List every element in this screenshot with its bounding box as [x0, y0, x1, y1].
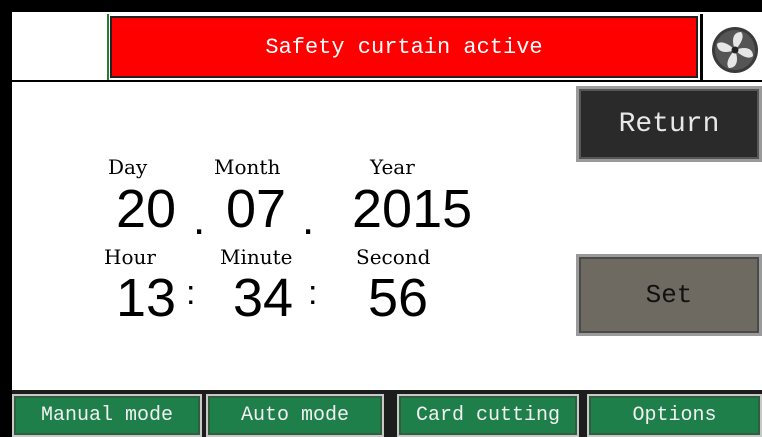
- tab-manual-mode-label: Manual mode: [40, 404, 174, 427]
- tab-card-cutting-label: Card cutting: [415, 404, 561, 427]
- header-blank-cell: [12, 14, 109, 80]
- set-button[interactable]: Set: [576, 254, 762, 336]
- day-label: Day: [108, 155, 148, 179]
- time-separator-2: :: [308, 274, 318, 312]
- alarm-text: Safety curtain active: [265, 34, 543, 60]
- minute-value[interactable]: 34: [233, 271, 293, 325]
- date-separator-2: .: [302, 195, 315, 244]
- minute-label: Minute: [220, 245, 293, 269]
- hmi-screen: Safety curtain active Return Set Day Mon…: [0, 0, 762, 437]
- tab-auto-mode[interactable]: Auto mode: [206, 394, 384, 437]
- tab-card-cutting[interactable]: Card cutting: [397, 394, 579, 437]
- fan-icon: [712, 27, 758, 73]
- tab-manual-mode[interactable]: Manual mode: [12, 394, 202, 437]
- tab-auto-mode-label: Auto mode: [240, 404, 350, 427]
- hour-value[interactable]: 13: [116, 271, 176, 325]
- return-button-label: Return: [618, 108, 720, 140]
- fan-status-cell[interactable]: [700, 14, 762, 80]
- month-label: Month: [214, 155, 281, 179]
- date-separator-1: .: [193, 195, 206, 244]
- second-label: Second: [356, 245, 431, 269]
- return-button[interactable]: Return: [576, 86, 762, 162]
- header-divider: [12, 80, 762, 82]
- year-value[interactable]: 2015: [352, 182, 472, 236]
- tab-options-label: Options: [632, 404, 717, 427]
- time-separator-1: :: [186, 274, 196, 312]
- set-button-label: Set: [645, 280, 693, 310]
- second-value[interactable]: 56: [368, 271, 428, 325]
- hour-label: Hour: [104, 245, 156, 269]
- month-value[interactable]: 07: [226, 182, 286, 236]
- tab-options[interactable]: Options: [587, 394, 762, 437]
- alarm-banner: Safety curtain active: [110, 16, 698, 78]
- year-label: Year: [370, 155, 415, 179]
- day-value[interactable]: 20: [116, 182, 176, 236]
